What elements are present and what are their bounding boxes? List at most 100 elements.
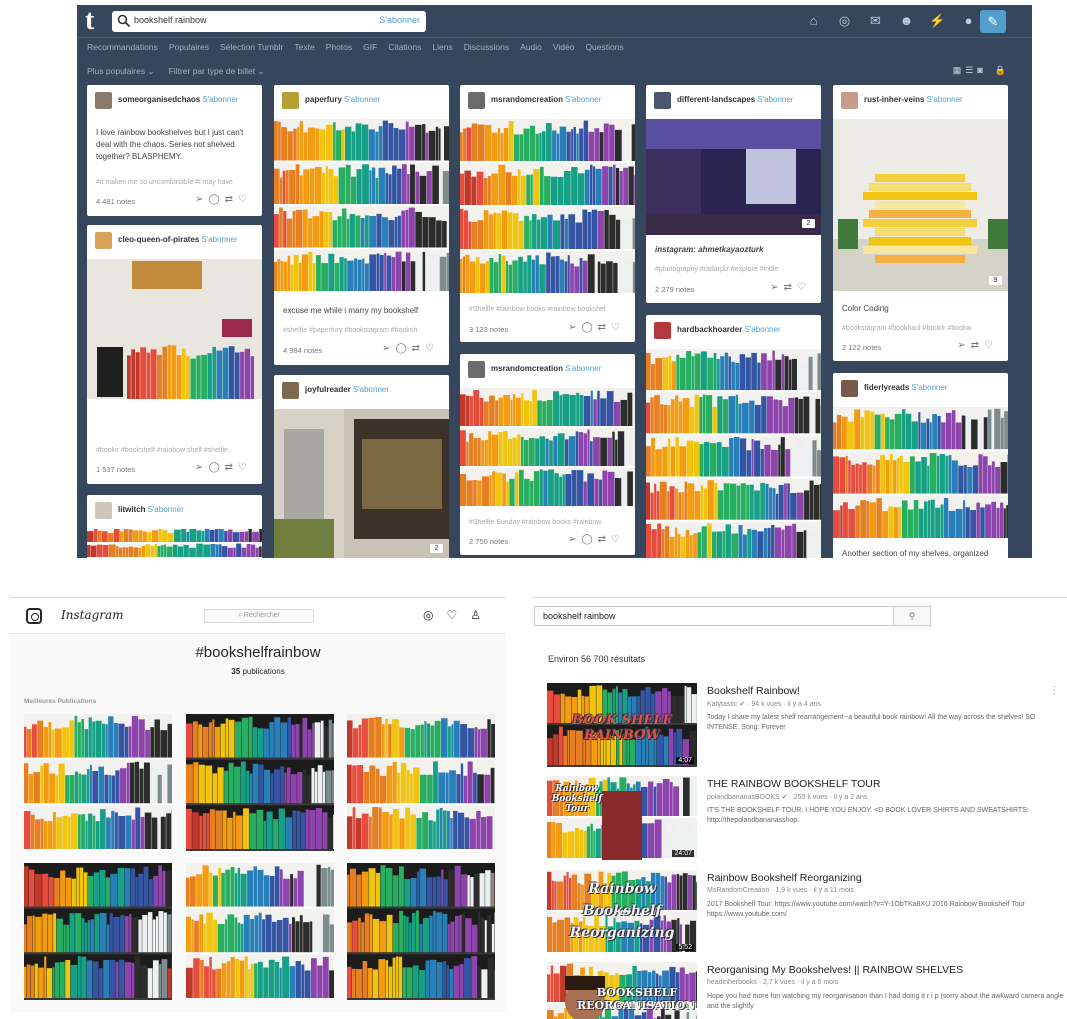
- avatar[interactable]: [654, 92, 671, 109]
- note-count[interactable]: 4 984 notes: [283, 346, 322, 355]
- activity-icon[interactable]: ⚡: [926, 12, 949, 30]
- follow-button[interactable]: S'abonner: [757, 95, 793, 104]
- post-username[interactable]: rust-inher-veins: [864, 95, 924, 104]
- follow-button[interactable]: S'abonner: [926, 95, 962, 104]
- post-tags[interactable]: #it makes me so uncomfortable #i may hav…: [96, 179, 233, 186]
- like-icon[interactable]: ♡: [611, 534, 625, 545]
- list-view-icon[interactable]: ☰: [965, 65, 973, 76]
- reblog-icon[interactable]: ⇄: [412, 343, 425, 354]
- post-tags[interactable]: #bookstagram #bookhaul #booklr #bookw: [842, 325, 972, 332]
- post-type-dropdown[interactable]: Filtrer par type de billet ⌄: [169, 66, 265, 77]
- post-tags[interactable]: #photography #radarplz #explore #indie: [655, 266, 778, 273]
- video-result[interactable]: Rainbow Bookshelf Tour 24:07 THE RAINBOW…: [547, 776, 1067, 866]
- post-image[interactable]: [274, 409, 449, 558]
- instagram-post-thumbnail[interactable]: [347, 714, 495, 851]
- follow-button[interactable]: S'abonner: [344, 95, 380, 104]
- instagram-post-thumbnail[interactable]: [347, 863, 495, 1000]
- reblog-icon[interactable]: ⇄: [225, 462, 238, 473]
- tab-recommandations[interactable]: Recommandations: [87, 42, 158, 52]
- video-title[interactable]: Rainbow Bookshelf Reorganizing: [707, 872, 862, 884]
- instagram-post-thumbnail[interactable]: [24, 714, 172, 851]
- tab-selection[interactable]: Sélection Tumblr: [220, 42, 283, 52]
- like-icon[interactable]: ♡: [797, 282, 811, 293]
- instagram-wordmark[interactable]: Instagram: [61, 608, 124, 622]
- avatar[interactable]: [282, 382, 299, 399]
- search-button[interactable]: ⚲: [894, 606, 931, 626]
- avatar[interactable]: [95, 502, 112, 519]
- share-icon[interactable]: ➢: [568, 322, 581, 333]
- post-tags[interactable]: #bookir #bookshelf #rainbow shelf #shelf…: [96, 447, 228, 454]
- avatar[interactable]: [95, 92, 112, 109]
- follow-button[interactable]: S'abonner: [201, 235, 237, 244]
- share-icon[interactable]: ➢: [770, 282, 783, 293]
- reblog-icon[interactable]: ⇄: [784, 282, 797, 293]
- reblog-icon[interactable]: ⇄: [598, 534, 611, 545]
- post-username[interactable]: cleo-queen-of-pirates: [118, 235, 199, 244]
- reblog-icon[interactable]: ⇄: [598, 322, 611, 333]
- post-username[interactable]: different-landscapes: [677, 95, 755, 104]
- tab-photos[interactable]: Photos: [326, 42, 352, 52]
- video-thumbnail[interactable]: Rainbow Bookshelf Tour 24:07: [547, 776, 697, 860]
- tab-audio[interactable]: Audio: [520, 42, 542, 52]
- explore-icon[interactable]: ◎: [423, 608, 433, 622]
- post-image[interactable]: [646, 349, 821, 558]
- search-input[interactable]: bookshelf rainbow: [534, 606, 894, 626]
- account-icon[interactable]: ●: [957, 12, 980, 30]
- share-icon[interactable]: ➢: [195, 194, 208, 205]
- tab-citations[interactable]: Citations: [388, 42, 421, 52]
- avatar[interactable]: [468, 92, 485, 109]
- safe-mode-icon[interactable]: 🔒: [995, 65, 1006, 76]
- tumblr-logo[interactable]: t: [85, 7, 107, 35]
- messaging-icon[interactable]: ☻: [895, 12, 918, 30]
- post-tags[interactable]: #shelfie #paperfury #bookstagram #booksh: [283, 327, 417, 334]
- video-result[interactable]: Rainbow Bookshelf Reorganizing 5:52 Rain…: [547, 870, 1067, 960]
- like-icon[interactable]: ♡: [238, 462, 252, 473]
- post-username[interactable]: msrandomcreation: [491, 364, 563, 373]
- share-icon[interactable]: ➢: [957, 340, 970, 351]
- tab-texte[interactable]: Texte: [294, 42, 314, 52]
- follow-button[interactable]: S'abonner: [565, 95, 601, 104]
- grid-view-icon[interactable]: ▦: [953, 65, 962, 76]
- avatar[interactable]: [282, 92, 299, 109]
- video-thumbnail[interactable]: BOOKSHELF REORGANISATION!: [547, 962, 697, 1019]
- post-image[interactable]: [87, 259, 262, 435]
- instagram-post-thumbnail[interactable]: [186, 863, 334, 1000]
- follow-button[interactable]: S'abonner: [148, 505, 184, 514]
- share-icon[interactable]: ➢: [382, 343, 395, 354]
- share-icon[interactable]: ➢: [195, 462, 208, 473]
- share-icon[interactable]: ➢: [568, 534, 581, 545]
- post-username[interactable]: someorganisedchaos: [118, 95, 200, 104]
- reply-icon[interactable]: ◯: [208, 462, 224, 473]
- like-icon[interactable]: ♡: [425, 343, 439, 354]
- instagram-post-thumbnail[interactable]: [24, 863, 172, 1000]
- post-image[interactable]: [833, 119, 1008, 291]
- video-result[interactable]: BOOKSHELF REORGANISATION! Reorganising M…: [547, 962, 1067, 1019]
- more-options-icon[interactable]: ⋮: [1049, 685, 1059, 696]
- follow-search-button[interactable]: S'abonner: [379, 15, 420, 25]
- avatar[interactable]: [95, 232, 112, 249]
- note-count[interactable]: 1 537 notes: [96, 465, 135, 474]
- post-username[interactable]: litwitch: [118, 505, 146, 514]
- instagram-post-thumbnail[interactable]: [186, 714, 334, 851]
- tab-populaires[interactable]: Populaires: [169, 42, 209, 52]
- photo-view-icon[interactable]: ◙: [977, 65, 982, 76]
- note-count[interactable]: 2 750 notes: [469, 537, 508, 546]
- note-count[interactable]: 2 122 notes: [842, 343, 881, 352]
- reply-icon[interactable]: ◯: [581, 534, 597, 545]
- mail-icon[interactable]: ✉: [864, 12, 887, 30]
- reblog-icon[interactable]: ⇄: [971, 340, 984, 351]
- follow-button[interactable]: S'abonner: [202, 95, 238, 104]
- follow-button[interactable]: S'abonner: [911, 383, 947, 392]
- post-username[interactable]: fiderlyreads: [864, 383, 909, 392]
- sort-dropdown[interactable]: Plus populaires ⌄: [87, 66, 155, 77]
- video-title[interactable]: Bookshelf Rainbow!: [707, 685, 800, 697]
- follow-button[interactable]: S'abonner: [353, 385, 389, 394]
- reblog-icon[interactable]: ⇄: [225, 194, 238, 205]
- tab-questions[interactable]: Questions: [585, 42, 623, 52]
- post-image[interactable]: [646, 119, 821, 235]
- post-image[interactable]: [460, 388, 635, 508]
- post-username[interactable]: msrandomcreation: [491, 95, 563, 104]
- like-icon[interactable]: ♡: [611, 322, 625, 333]
- avatar[interactable]: [841, 92, 858, 109]
- home-icon[interactable]: ⌂: [802, 12, 825, 30]
